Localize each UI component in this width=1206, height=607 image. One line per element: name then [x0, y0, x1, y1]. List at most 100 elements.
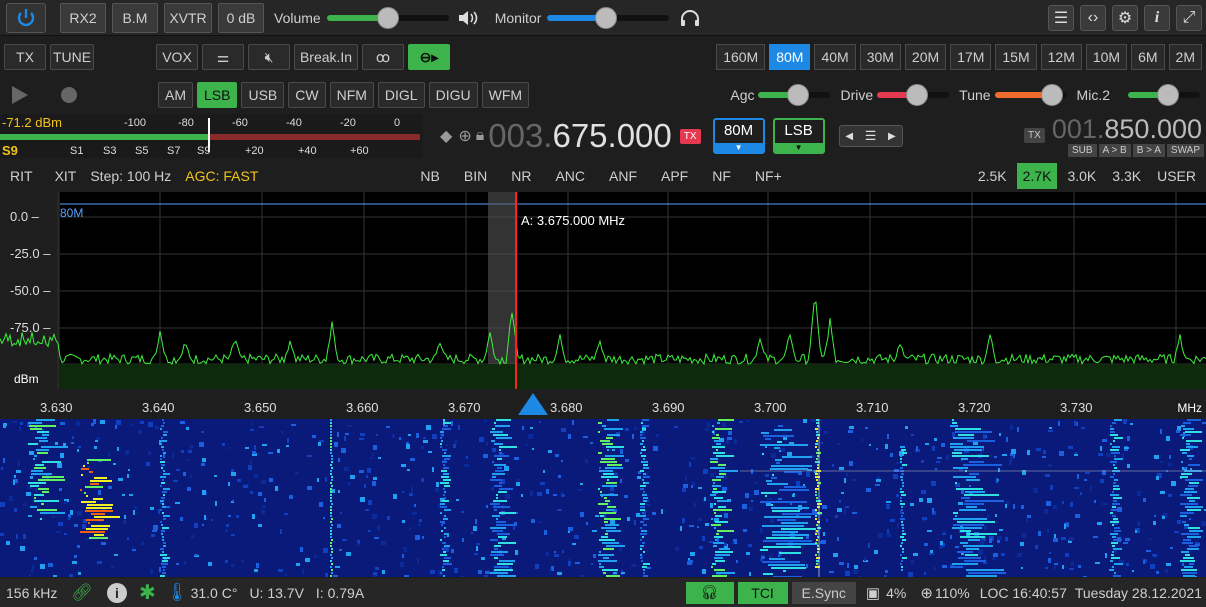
vfoa-mode-button[interactable]: LSB ▼	[772, 118, 825, 154]
lock-icon[interactable]: 🔒︎	[476, 127, 485, 145]
gear-icon[interactable]: ⚙	[1112, 4, 1138, 31]
headphones-icon[interactable]	[679, 8, 701, 28]
step-label[interactable]: Step: 100 Hz	[90, 168, 171, 184]
filter-bin[interactable]: BIN	[464, 168, 487, 184]
waterfall-cell	[331, 569, 333, 571]
vfoa-frequency-dim[interactable]: 003.	[488, 117, 552, 155]
record-dot-icon[interactable]	[58, 84, 80, 106]
link-icon[interactable]: 🔗︎	[71, 583, 93, 603]
agc-slider[interactable]	[758, 84, 831, 106]
drive-slider[interactable]	[877, 84, 950, 106]
xvtr-button[interactable]: XVTR	[164, 2, 212, 33]
xit-button[interactable]: XIT	[55, 168, 77, 184]
band-button-160m[interactable]: 160M	[716, 44, 766, 70]
waterfall[interactable]	[0, 419, 1206, 577]
band-button-6m[interactable]: 6M	[1131, 44, 1165, 70]
band-button-20m[interactable]: 20M	[904, 44, 947, 70]
bm-button[interactable]: B.M	[112, 2, 158, 33]
code-icon[interactable]: ‹›	[1080, 4, 1106, 31]
waterfall-cell	[269, 478, 273, 482]
band-button-40m[interactable]: 40M	[814, 44, 856, 70]
equalizer-button[interactable]: ⚌	[202, 44, 244, 70]
waterfall-cell	[952, 527, 982, 529]
vfoa-band-button[interactable]: 80M ▼	[712, 118, 765, 154]
band-button-15m[interactable]: 15M	[995, 44, 1037, 70]
rx2-button[interactable]: RX2	[60, 2, 106, 33]
esync-button[interactable]: E.Sync	[791, 581, 856, 604]
filter-nf-plus[interactable]: NF+	[755, 168, 782, 184]
band-button-30m[interactable]: 30M	[859, 44, 901, 70]
menu-icon[interactable]: ☰	[1048, 4, 1074, 31]
info-circle-icon[interactable]: i	[106, 582, 127, 603]
right-arrow-icon[interactable]: ▶	[888, 131, 896, 142]
band-button-2m[interactable]: 2M	[1168, 44, 1202, 70]
waterfall-cell	[443, 488, 445, 490]
band-button-80m[interactable]: 80M	[769, 44, 811, 70]
info-icon[interactable]: i	[1144, 4, 1170, 31]
waterfall-plot	[0, 419, 1206, 577]
band-button-12m[interactable]: 12M	[1040, 44, 1082, 70]
power-button[interactable]	[6, 2, 46, 33]
mode-button-digl[interactable]: DIGL	[377, 82, 425, 108]
left-arrow-icon[interactable]: ◀	[845, 131, 853, 142]
vox-button[interactable]: VOX	[156, 44, 198, 70]
band-button-17m[interactable]: 17M	[950, 44, 992, 70]
waterfall-cell	[602, 569, 618, 571]
bandwidth-2.5k[interactable]: 2.5K	[972, 163, 1013, 189]
filter-apf[interactable]: APF	[661, 168, 688, 184]
tx-button[interactable]: TX	[4, 44, 46, 70]
play-icon[interactable]	[8, 84, 30, 106]
volume-slider[interactable]	[326, 6, 449, 29]
tape-button[interactable]: ꝏ	[362, 44, 404, 70]
vfob-frequency[interactable]: 850.000	[1104, 114, 1202, 144]
fullscreen-icon[interactable]: ⤢	[1176, 4, 1202, 31]
frequency-axis[interactable]: 3.630 3.640 3.650 3.660 3.670 3.680 3.690 3.700…	[0, 389, 1206, 419]
record-button[interactable]: ⊖▸	[408, 44, 450, 70]
vfo-pointer-icon[interactable]	[518, 393, 548, 415]
tune-slider[interactable]	[994, 84, 1067, 106]
filter-nr[interactable]: NR	[511, 168, 531, 184]
filter-anf[interactable]: ANF	[609, 168, 637, 184]
mode-button-nfm[interactable]: NFM	[329, 82, 374, 108]
vfob-frequency-dim[interactable]: 001.	[1052, 114, 1105, 144]
list-icon[interactable]: ☰	[865, 128, 877, 144]
mode-button-usb[interactable]: USB	[241, 82, 285, 108]
mode-button-cw[interactable]: CW	[288, 82, 326, 108]
attenuator-button[interactable]: 0 dB	[218, 2, 264, 33]
filter-nf[interactable]: NF	[712, 168, 731, 184]
headphone-toggle[interactable]: 🎧︎	[685, 581, 734, 604]
waterfall-cell	[816, 524, 818, 526]
vfo-nav[interactable]: ◀ ☰ ▶	[838, 125, 903, 147]
mute-button[interactable]: 🔇︎	[248, 44, 290, 70]
bandwidth-3.0k[interactable]: 3.0K	[1061, 163, 1102, 189]
mode-button-wfm[interactable]: WFM	[481, 82, 530, 108]
b-to-a-button[interactable]: B > A	[1132, 144, 1165, 157]
bandwidth-user[interactable]: USER	[1151, 163, 1202, 189]
a-to-b-button[interactable]: A > B	[1098, 144, 1131, 157]
breakin-button[interactable]: Break.In	[294, 44, 358, 70]
bandwidth-3.3k[interactable]: 3.3K	[1106, 163, 1147, 189]
waterfall-cell	[428, 451, 432, 453]
swap-button[interactable]: SWAP	[1166, 144, 1204, 157]
eraser-icon[interactable]: ◆	[440, 126, 452, 146]
plus-icon[interactable]: ⊕	[458, 126, 471, 146]
band-button-10m[interactable]: 10M	[1085, 44, 1128, 70]
sub-button[interactable]: SUB	[1067, 144, 1097, 157]
spectrum-panel[interactable]: 80M A: 3.675.000 MHz 0.0 – -25.0 – -50.0 –…	[0, 192, 1206, 389]
tci-button[interactable]: TCI	[737, 581, 788, 604]
tune-button[interactable]: TUNE	[50, 44, 94, 70]
filter-anc[interactable]: ANC	[555, 168, 585, 184]
rit-button[interactable]: RIT	[10, 168, 33, 184]
monitor-slider[interactable]	[547, 6, 670, 29]
vfoa-frequency[interactable]: 675.000	[552, 117, 671, 155]
cpu-icon: ▣	[865, 584, 881, 602]
mic-slider[interactable]	[1128, 84, 1200, 106]
mode-button-lsb[interactable]: LSB	[197, 82, 238, 108]
speaker-icon[interactable]	[457, 8, 479, 28]
vfoa-band-label: 80M	[723, 122, 754, 139]
mode-button-digu[interactable]: DIGU	[428, 82, 478, 108]
filter-nb[interactable]: NB	[420, 168, 439, 184]
bandwidth-2.7k[interactable]: 2.7K	[1016, 163, 1058, 189]
agc-mode-label[interactable]: AGC: FAST	[185, 168, 258, 184]
mode-button-am[interactable]: AM	[158, 82, 193, 108]
